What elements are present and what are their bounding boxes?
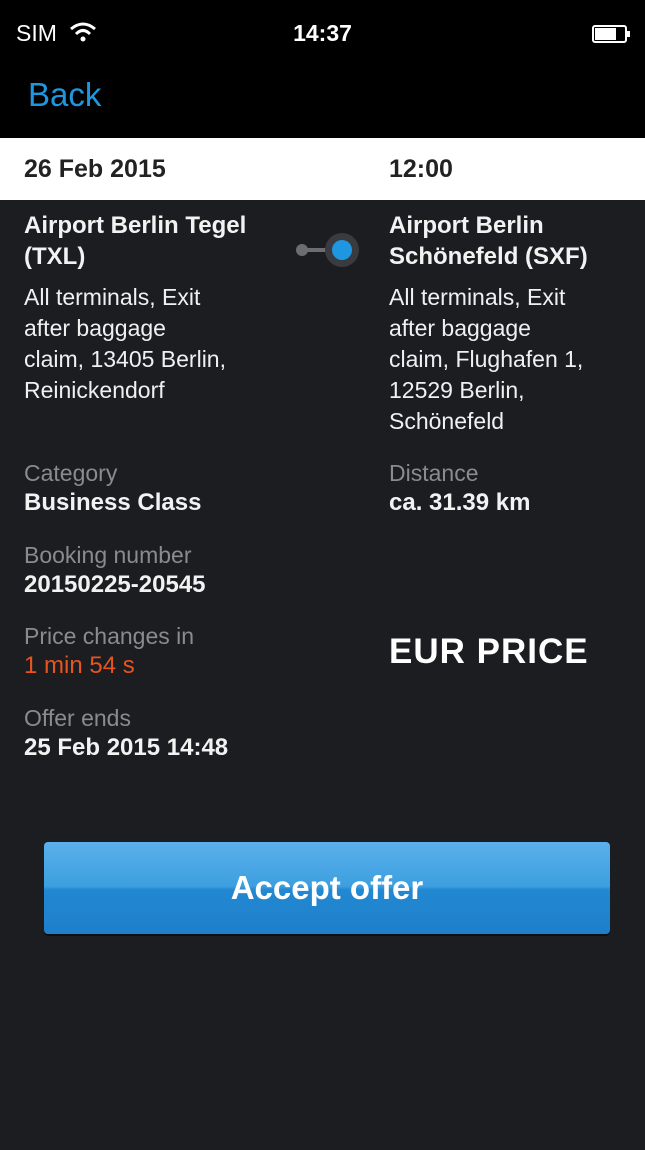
back-button[interactable]: Back	[28, 76, 101, 114]
origin-address-line: claim, 13405 Berlin,	[24, 346, 226, 372]
destination-address-line: All terminals, Exit	[389, 284, 566, 310]
destination-name: Airport Berlin Schönefeld (SXF)	[389, 210, 634, 272]
origin-name: Airport Berlin Tegel (TXL)	[24, 210, 274, 272]
booking-value: 20150225-20545	[24, 571, 206, 598]
price-change-countdown: 1 min 54 s	[24, 652, 135, 679]
distance-value: ca. 31.39 km	[389, 489, 531, 516]
destination-address-line: Schönefeld	[389, 408, 505, 434]
booking-field: Booking number 20150225-20545	[24, 540, 206, 600]
route-toggle-icon	[296, 233, 359, 267]
destination-address-line: 12529 Berlin,	[389, 377, 525, 403]
pickup-time: 12:00	[389, 155, 453, 183]
destination-address-line: claim, Flughafen 1,	[389, 346, 584, 372]
status-time: 14:37	[293, 20, 352, 46]
destination-name-line: Airport Berlin	[389, 212, 544, 239]
origin-section: Airport Berlin Tegel (TXL) All terminals…	[24, 210, 274, 406]
origin-name-line: (TXL)	[24, 243, 86, 270]
origin-address-line: Reinickendorf	[24, 377, 165, 403]
origin-name-line: Airport Berlin Tegel	[24, 212, 247, 239]
booking-label: Booking number	[24, 542, 192, 568]
category-value: Business Class	[24, 489, 202, 516]
destination-section: Airport Berlin Schönefeld (SXF) All term…	[389, 210, 634, 437]
distance-field: Distance ca. 31.39 km	[389, 458, 530, 518]
origin-address: All terminals, Exit after baggage claim,…	[24, 282, 274, 406]
pickup-date: 26 Feb 2015	[24, 155, 166, 183]
offer-ends-field: Offer ends 25 Feb 2015 14:48	[24, 703, 228, 763]
offer-ends-value: 25 Feb 2015 14:48	[24, 734, 229, 761]
status-bar: SIM 14:37	[0, 0, 645, 64]
category-field: Category Business Class	[24, 458, 201, 518]
price-change-field: Price changes in 1 min 54 s	[24, 621, 194, 681]
destination-address-line: after baggage	[389, 315, 531, 341]
battery-icon	[592, 25, 630, 43]
price-value: EUR PRICE	[389, 632, 589, 671]
destination-name-line: Schönefeld (SXF)	[389, 243, 588, 270]
nav-bar: Back	[0, 64, 645, 138]
origin-address-line: All terminals, Exit	[24, 284, 201, 310]
origin-address-line: after baggage	[24, 315, 166, 341]
distance-label: Distance	[389, 460, 479, 486]
date-bar: 26 Feb 2015 12:00	[0, 138, 645, 200]
destination-address: All terminals, Exit after baggage claim,…	[389, 282, 634, 437]
accept-offer-button[interactable]: Accept offer	[44, 842, 610, 934]
category-label: Category	[24, 460, 118, 486]
price-change-label: Price changes in	[24, 623, 195, 649]
offer-ends-label: Offer ends	[24, 705, 131, 731]
